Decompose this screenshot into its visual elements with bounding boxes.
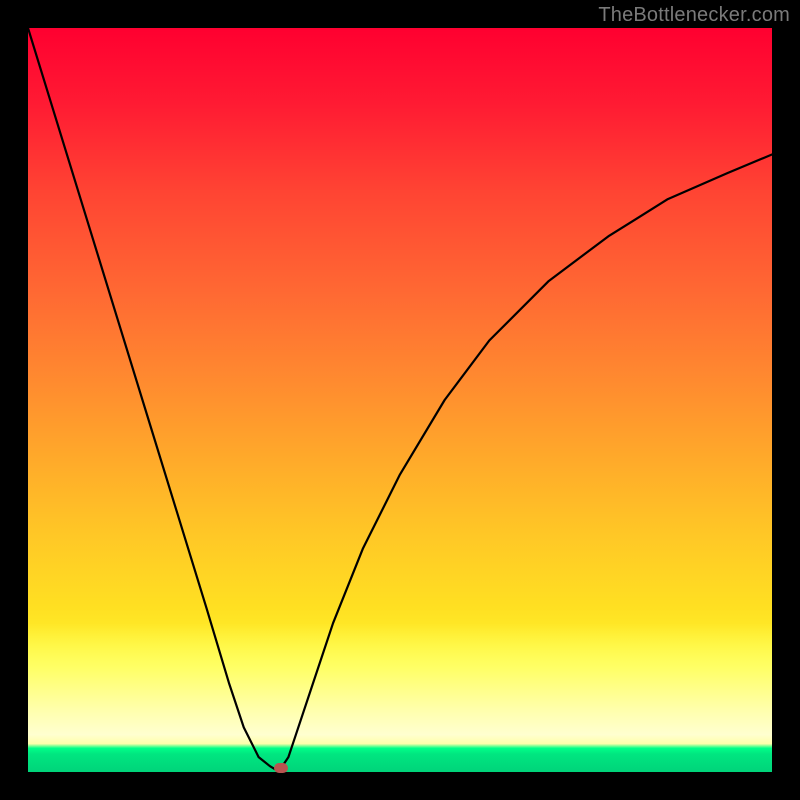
watermark-text: TheBottlenecker.com xyxy=(598,4,790,27)
minimum-marker xyxy=(274,763,288,773)
plot-area xyxy=(28,28,772,772)
bottleneck-curve xyxy=(28,28,772,772)
chart-frame: TheBottlenecker.com xyxy=(0,0,800,800)
